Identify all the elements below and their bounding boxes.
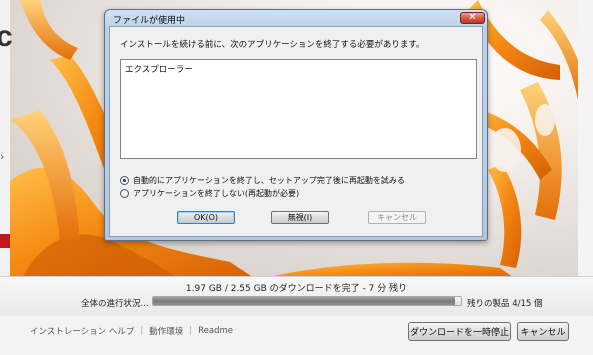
application-list[interactable]: エクスプローラー xyxy=(120,59,477,159)
cancel-install-button[interactable]: キャンセル xyxy=(517,322,569,341)
ok-button[interactable]: OK(O) xyxy=(177,211,235,224)
radio-button[interactable] xyxy=(120,176,129,185)
dialog-close-button[interactable]: ✕ xyxy=(460,12,485,24)
auto-close-option[interactable]: 自動的にアプリケーションを終了し、セットアップ完了後に再起動を試みる xyxy=(120,175,405,186)
dialog-cancel-button: キャンセル xyxy=(368,211,426,224)
list-item[interactable]: エクスプローラー xyxy=(125,63,193,75)
close-icon: ✕ xyxy=(468,12,477,23)
files-in-use-dialog: ファイルが使用中 ✕ インストールを続ける前に、次のアプリケーションを終了する必… xyxy=(104,9,488,241)
ignore-button[interactable]: 無視(I) xyxy=(271,211,329,224)
download-status-text: 1.97 GB / 2.55 GB のダウンロードを完了 - 7 分 残り xyxy=(185,284,408,294)
remaining-products-text: 残りの製品 4/15 個 xyxy=(467,299,543,309)
auto-close-option-label: 自動的にアプリケーションを終了し、セットアップ完了後に再起動を試みる xyxy=(133,176,405,185)
left-panel-edge: c › xyxy=(0,0,13,282)
left-panel-mark: › xyxy=(0,150,5,163)
pause-download-button[interactable]: ダウンロードを一時停止 xyxy=(408,322,511,341)
logo-fragment: c xyxy=(0,20,13,53)
dialog-message: インストールを続ける前に、次のアプリケーションを終了する必要があります。 xyxy=(120,40,425,50)
right-panel-edge xyxy=(578,0,593,282)
overall-progress-fill xyxy=(153,297,455,305)
installation-help-link[interactable]: インストレーション ヘルプ xyxy=(30,325,134,337)
system-requirements-link[interactable]: 動作環境 xyxy=(149,325,183,337)
footer-links: インストレーション ヘルプ | 動作環境 | Readme xyxy=(30,325,233,337)
footer-separator: | xyxy=(140,326,144,336)
overall-progress-bar xyxy=(152,296,462,306)
radio-button[interactable] xyxy=(120,189,129,198)
overall-progress-label: 全体の進行状況... xyxy=(81,299,149,309)
do-not-close-option-label: アプリケーションを終了しない(再起動が必要) xyxy=(133,189,300,198)
download-status-bar: 1.97 GB / 2.55 GB のダウンロードを完了 - 7 分 残り 全体… xyxy=(0,276,593,316)
readme-link[interactable]: Readme xyxy=(198,326,233,336)
do-not-close-option[interactable]: アプリケーションを終了しない(再起動が必要) xyxy=(120,188,299,199)
dialog-body: インストールを続ける前に、次のアプリケーションを終了する必要があります。 エクス… xyxy=(109,26,483,237)
brand-red-bar xyxy=(0,234,10,248)
footer-separator: | xyxy=(189,326,193,336)
dialog-title: ファイルが使用中 xyxy=(113,16,186,26)
